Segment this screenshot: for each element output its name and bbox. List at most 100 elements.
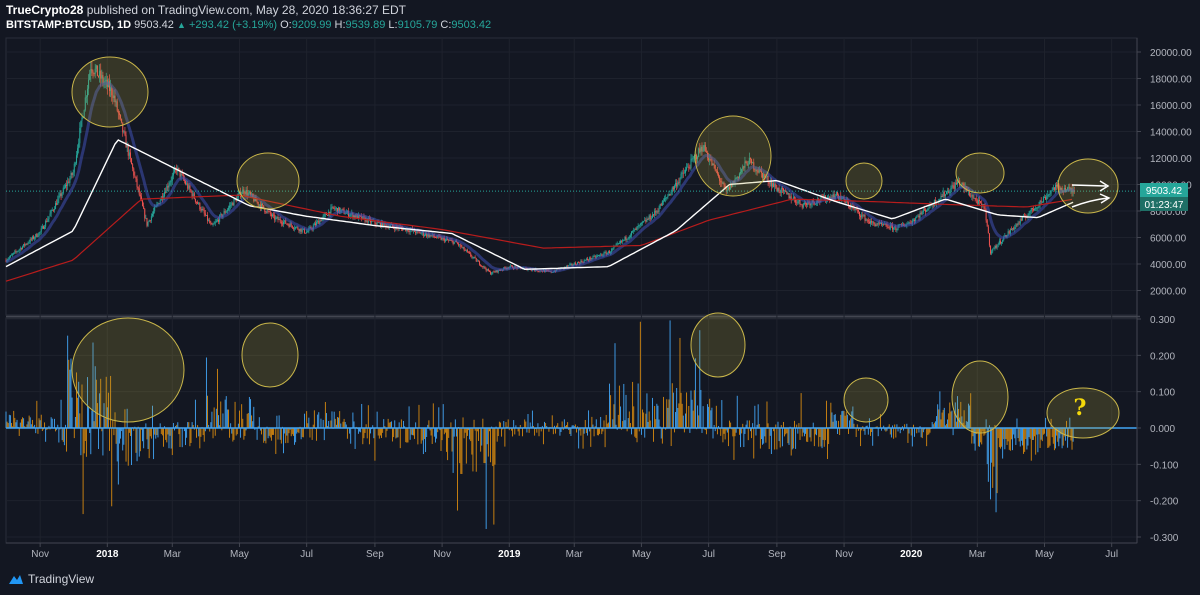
- candle-body: [56, 203, 58, 205]
- hist-bar: [580, 428, 582, 436]
- hist-bar: [13, 410, 15, 428]
- hist-bar: [9, 415, 11, 428]
- hist-bar: [469, 428, 471, 440]
- osc-tick-label: -0.200: [1150, 497, 1179, 508]
- candle-body: [208, 220, 210, 222]
- hist-bar: [937, 404, 939, 428]
- hist-bar: [936, 416, 938, 428]
- candle-body: [129, 152, 131, 159]
- hist-bar: [39, 420, 41, 428]
- hist-bar: [941, 412, 943, 428]
- candle-body: [201, 208, 203, 211]
- candle-body: [149, 220, 151, 222]
- hist-bar: [1035, 428, 1037, 455]
- candle-body: [272, 214, 274, 217]
- candle-body: [135, 176, 137, 179]
- hist-bar: [51, 418, 53, 428]
- candle-body: [34, 237, 36, 239]
- candle-body: [942, 191, 944, 198]
- candle-body: [932, 205, 934, 207]
- osc-tick-label: 0.100: [1150, 388, 1175, 399]
- hist-bar: [814, 428, 816, 435]
- hist-bar: [317, 414, 319, 428]
- hist-bar: [166, 428, 168, 443]
- candle-body: [298, 229, 300, 232]
- hist-bar: [264, 428, 266, 441]
- candle-body: [1002, 240, 1004, 242]
- candle-body: [944, 194, 946, 197]
- time-tick-label: Mar: [566, 549, 584, 560]
- candle-body: [197, 202, 199, 204]
- candle-body: [81, 117, 83, 121]
- hist-bar: [309, 428, 311, 438]
- hist-bar: [1026, 428, 1028, 450]
- hist-bar: [640, 428, 642, 435]
- hist-bar: [376, 411, 378, 428]
- hist-bar: [275, 428, 277, 454]
- hist-bar: [1023, 428, 1025, 454]
- candle-body: [170, 180, 172, 183]
- hist-bar: [54, 418, 55, 428]
- candle-body: [40, 228, 42, 232]
- hist-bar: [999, 428, 1001, 449]
- hist-bar: [83, 428, 85, 454]
- candle-body: [333, 207, 335, 209]
- candle-body: [805, 202, 807, 204]
- hist-bar: [45, 428, 47, 442]
- hist-bar: [37, 428, 39, 434]
- candle-body: [233, 199, 235, 206]
- candle-body: [770, 181, 772, 187]
- candle-body: [209, 220, 211, 224]
- hist-bar: [774, 428, 776, 450]
- hist-bar: [16, 419, 18, 428]
- candle-body: [627, 238, 629, 240]
- candle-body: [213, 223, 215, 225]
- tradingview-brand[interactable]: TradingView: [8, 572, 94, 586]
- candle-body: [661, 201, 663, 206]
- candle-body: [276, 216, 278, 218]
- candle-body: [1051, 189, 1053, 191]
- hist-bar: [648, 411, 650, 428]
- hist-bar: [109, 428, 110, 451]
- hist-bar: [451, 428, 453, 452]
- hist-bar: [473, 419, 475, 428]
- countdown-badge: 01:23:47: [1140, 197, 1188, 211]
- hist-bar: [1044, 428, 1045, 434]
- hist-bar: [338, 417, 340, 428]
- candle-body: [59, 193, 61, 196]
- hist-bar: [675, 412, 677, 428]
- hist-bar: [584, 419, 586, 428]
- candle-body: [45, 220, 47, 227]
- candle-body: [1009, 229, 1011, 234]
- hist-bar: [466, 428, 468, 436]
- hist-bar: [627, 418, 629, 428]
- hist-bar: [395, 428, 397, 439]
- hist-bar: [428, 420, 430, 428]
- candle-body: [600, 254, 602, 256]
- hist-bar: [636, 428, 638, 443]
- hist-bar: [482, 418, 484, 428]
- candle-body: [286, 223, 288, 225]
- hist-bar: [797, 428, 799, 434]
- hist-bar: [544, 421, 545, 428]
- hist-bar: [472, 428, 474, 472]
- hist-bar: [666, 399, 668, 428]
- candle-body: [806, 203, 808, 206]
- candle-body: [148, 220, 150, 222]
- candle-body: [877, 222, 879, 225]
- chart-canvas[interactable]: 20000.00 18000.00 16000.00 14000.00 12000.00…: [0, 0, 1200, 570]
- hist-bar: [943, 407, 945, 428]
- hist-bar: [22, 417, 23, 428]
- candle-body: [278, 219, 280, 220]
- candle-body: [332, 206, 334, 208]
- hist-bar: [18, 428, 20, 436]
- hist-bar: [685, 413, 686, 428]
- hist-bar: [757, 404, 759, 428]
- hist-bar: [618, 385, 620, 428]
- hist-bar: [453, 428, 455, 437]
- candle-body: [1007, 231, 1009, 236]
- candle-body: [795, 199, 797, 203]
- hist-bar: [639, 321, 641, 428]
- candle-body: [780, 187, 782, 193]
- candle-body: [688, 166, 690, 168]
